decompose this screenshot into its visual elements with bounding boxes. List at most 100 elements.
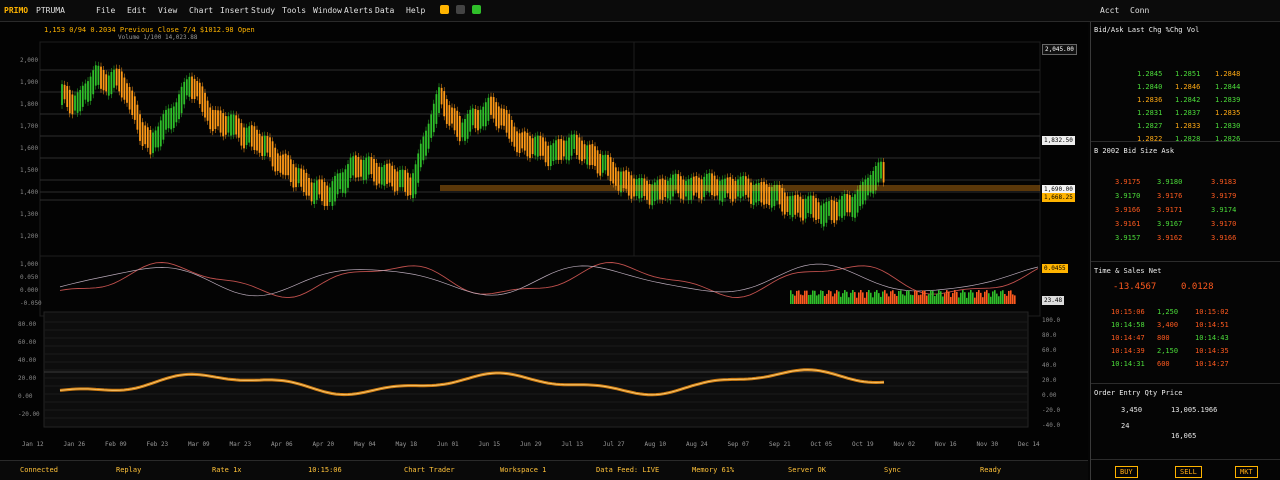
quote-cell[interactable]: 10:14:31 bbox=[1111, 360, 1145, 368]
candle-body bbox=[360, 159, 362, 177]
quote-cell[interactable]: 3.9183 bbox=[1211, 178, 1236, 186]
status-item: Replay bbox=[116, 466, 142, 474]
order-field-3[interactable]: 16,065 bbox=[1171, 432, 1196, 440]
order-price[interactable]: 13,005.1966 bbox=[1171, 406, 1217, 414]
indicator-tag[interactable]: 0.0455 bbox=[1042, 264, 1068, 273]
quote-cell[interactable]: 1.2848 bbox=[1215, 70, 1240, 78]
quote-cell[interactable]: 1.2836 bbox=[1137, 96, 1162, 104]
quote-cell[interactable]: 1.2827 bbox=[1137, 122, 1162, 130]
quote-cell[interactable]: 1.2830 bbox=[1215, 122, 1240, 130]
candle-body bbox=[63, 84, 66, 100]
candle-body bbox=[243, 127, 245, 149]
quote-cell[interactable]: 1.2844 bbox=[1215, 83, 1240, 91]
buy-button[interactable]: BUY bbox=[1115, 466, 1138, 478]
quote-cell[interactable]: 3.9179 bbox=[1211, 192, 1236, 200]
candle-body bbox=[261, 136, 264, 156]
order-qty[interactable]: 3,450 bbox=[1121, 406, 1142, 414]
price-tag-2[interactable]: 1,832.50 bbox=[1042, 136, 1075, 145]
quote-cell[interactable]: 1.2826 bbox=[1215, 135, 1240, 143]
quote-cell[interactable]: 3.9180 bbox=[1157, 178, 1182, 186]
sell-button[interactable]: SELL bbox=[1175, 466, 1202, 478]
quote-cell[interactable]: 3.9161 bbox=[1115, 220, 1140, 228]
quote-cell[interactable]: 3.9167 bbox=[1157, 220, 1182, 228]
quote-cell[interactable]: 1.2835 bbox=[1215, 109, 1240, 117]
menu-item-edit[interactable]: Edit bbox=[127, 6, 146, 15]
quote-panel[interactable]: Bid/Ask Last Chg %Chg Vol 1.2845 1.2851 1.… bbox=[1091, 22, 1280, 143]
quote-cell[interactable]: 10:14:58 bbox=[1111, 321, 1145, 329]
price-tag-last[interactable]: 1,668.25 bbox=[1042, 193, 1075, 202]
quote-cell[interactable]: 3.9176 bbox=[1157, 192, 1182, 200]
menu-item-help[interactable]: Help bbox=[406, 6, 425, 15]
histogram-bar bbox=[1004, 293, 1006, 304]
menu-item-chart[interactable]: Chart bbox=[189, 6, 213, 15]
quote-cell[interactable]: 3.9157 bbox=[1115, 234, 1140, 242]
quote-cell[interactable]: 3.9162 bbox=[1157, 234, 1182, 242]
quote-cell[interactable]: 1.2851 bbox=[1175, 70, 1200, 78]
quote-cell[interactable]: 3,400 bbox=[1157, 321, 1178, 329]
menu-item-tools[interactable]: Tools bbox=[282, 6, 306, 15]
quote-cell[interactable]: 10:14:39 bbox=[1111, 347, 1145, 355]
candle-body bbox=[456, 110, 459, 137]
order-field-2[interactable]: 24 bbox=[1121, 422, 1129, 430]
menu-item-window[interactable]: Window bbox=[313, 6, 342, 15]
quote-cell[interactable]: 3.9166 bbox=[1115, 206, 1140, 214]
quote-cell[interactable]: 1.2831 bbox=[1137, 109, 1162, 117]
candle-body bbox=[510, 119, 513, 142]
menu-item-study[interactable]: Study bbox=[251, 6, 275, 15]
quote-cell[interactable]: 3.9166 bbox=[1211, 234, 1236, 242]
alert-icon[interactable] bbox=[440, 5, 449, 14]
quote-cell[interactable]: 3.9170 bbox=[1211, 220, 1236, 228]
quote-cell[interactable]: 2,150 bbox=[1157, 347, 1178, 355]
histogram-tag[interactable]: 23.48 bbox=[1042, 296, 1065, 305]
time-tick: Jun 29 bbox=[520, 441, 542, 448]
quote-cell[interactable]: 1,250 bbox=[1157, 308, 1178, 316]
quote-cell[interactable]: 1.2839 bbox=[1215, 96, 1240, 104]
market-button[interactable]: MKT bbox=[1235, 466, 1258, 478]
price-tag-1[interactable]: 2,045.00 bbox=[1042, 44, 1077, 55]
quote-cell[interactable]: 1.2828 bbox=[1175, 135, 1200, 143]
candle-body bbox=[393, 169, 396, 192]
candle-body bbox=[274, 147, 277, 172]
quote-cell[interactable]: 1.2842 bbox=[1175, 96, 1200, 104]
quote-cell[interactable]: 1.2833 bbox=[1175, 122, 1200, 130]
time-sales-panel[interactable]: Time & Sales Net -13.4567 0.0128 10:15:0… bbox=[1091, 264, 1280, 384]
menu-item-alerts[interactable]: Alerts bbox=[344, 6, 373, 15]
menu-item-file[interactable]: File bbox=[96, 6, 115, 15]
quote-cell[interactable]: 10:14:35 bbox=[1195, 347, 1229, 355]
consolidation-band bbox=[440, 185, 1040, 191]
histogram-bar bbox=[868, 290, 870, 304]
quote-cell[interactable]: 10:14:47 bbox=[1111, 334, 1145, 342]
connection-menu[interactable]: Conn bbox=[1130, 6, 1149, 15]
depth-panel-header: B 2002 Bid Size Ask bbox=[1094, 147, 1175, 155]
chart-area[interactable]: 2,000 1,900 1,800 1,700 1,600 1,500 1,400 1,300… bbox=[0, 22, 1088, 480]
chart-canvas[interactable]: 2,000 1,900 1,800 1,700 1,600 1,500 1,400 1,300… bbox=[0, 22, 1088, 460]
depth-panel[interactable]: B 2002 Bid Size Ask 3.9175 3.9180 3.9183 3.… bbox=[1091, 144, 1280, 262]
menu-item-data[interactable]: Data bbox=[375, 6, 394, 15]
quote-cell[interactable]: 10:14:51 bbox=[1195, 321, 1229, 329]
menu-item-view[interactable]: View bbox=[158, 6, 177, 15]
quote-cell[interactable]: 10:15:02 bbox=[1195, 308, 1229, 316]
histogram-bar bbox=[790, 290, 792, 304]
symbol-ticker[interactable]: PTRUMA bbox=[36, 6, 65, 15]
quote-cell[interactable]: 1.2822 bbox=[1137, 135, 1162, 143]
quote-cell[interactable]: 10:15:06 bbox=[1111, 308, 1145, 316]
candle-body bbox=[191, 76, 193, 99]
quote-cell[interactable]: 800 bbox=[1157, 334, 1170, 342]
quote-cell[interactable]: 3.9170 bbox=[1115, 192, 1140, 200]
quote-cell[interactable]: 600 bbox=[1157, 360, 1170, 368]
menu-item-insert[interactable]: Insert bbox=[220, 6, 249, 15]
settings-icon[interactable] bbox=[456, 5, 465, 14]
quote-cell[interactable]: 3.9174 bbox=[1211, 206, 1236, 214]
quote-cell[interactable]: 10:14:43 bbox=[1195, 334, 1229, 342]
candle-body bbox=[432, 103, 435, 133]
quote-cell[interactable]: 1.2845 bbox=[1137, 70, 1162, 78]
quote-cell[interactable]: 1.2840 bbox=[1137, 83, 1162, 91]
candle-body bbox=[838, 199, 841, 217]
quote-cell[interactable]: 1.2837 bbox=[1175, 109, 1200, 117]
quote-cell[interactable]: 3.9175 bbox=[1115, 178, 1140, 186]
quote-cell[interactable]: 3.9171 bbox=[1157, 206, 1182, 214]
quote-cell[interactable]: 10:14:27 bbox=[1195, 360, 1229, 368]
account-menu[interactable]: Acct bbox=[1100, 6, 1119, 15]
order-entry-panel[interactable]: Order Entry Qty Price 3,450 13,005.1966 … bbox=[1091, 386, 1280, 460]
quote-cell[interactable]: 1.2846 bbox=[1175, 83, 1200, 91]
